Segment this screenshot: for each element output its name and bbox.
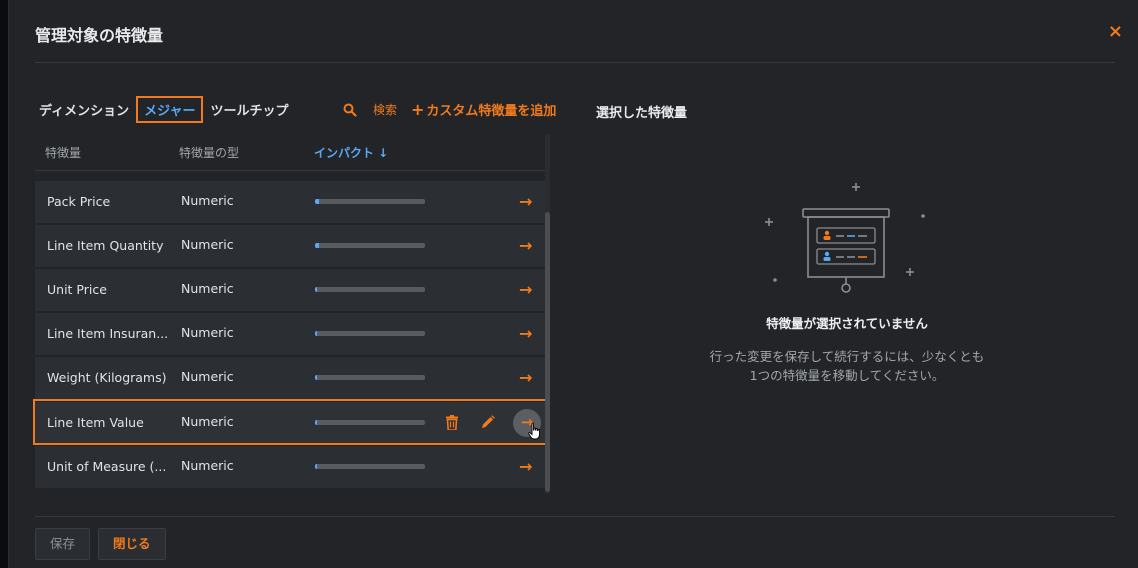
footer-divider xyxy=(35,516,1115,517)
impact-bar xyxy=(315,420,425,425)
search-label[interactable]: 検索 xyxy=(373,101,397,118)
feature-type: Numeric xyxy=(181,414,234,429)
header-divider xyxy=(35,62,1115,63)
feature-type: Numeric xyxy=(181,369,234,384)
table-row[interactable]: Line Item Insuran... Numeric → xyxy=(35,313,545,355)
move-right-arrow-icon[interactable]: → xyxy=(519,192,532,211)
footer: 保存 閉じる xyxy=(35,528,174,560)
empty-state-title: 特徴量が選択されていません xyxy=(766,316,928,331)
tab-measures[interactable]: メジャー xyxy=(136,96,204,123)
table-row-hovered[interactable]: Line Item Value Numeric → xyxy=(35,402,545,444)
feature-type: Numeric xyxy=(181,458,234,473)
impact-bar xyxy=(315,199,425,204)
impact-bar-fill xyxy=(315,420,318,425)
impact-bar xyxy=(315,464,425,469)
feature-name: Line Item Quantity xyxy=(47,238,164,253)
save-button[interactable]: 保存 xyxy=(35,528,91,560)
close-button[interactable]: 閉じる xyxy=(98,528,166,560)
tab-dimensions[interactable]: ディメンション xyxy=(35,96,133,123)
impact-bar-fill xyxy=(315,287,318,292)
feature-type: Numeric xyxy=(181,325,234,340)
feature-type: Numeric xyxy=(181,281,234,296)
scrollbar-thumb[interactable] xyxy=(545,212,550,492)
add-custom-feature-button[interactable]: + カスタム特徴量を追加 xyxy=(411,100,556,119)
plus-icon: + xyxy=(411,100,425,119)
column-header-type[interactable]: 特徴量の型 xyxy=(179,144,239,161)
impact-bar-fill xyxy=(315,464,318,469)
table-header: 特徴量 特徴量の型 インパクト ↓ xyxy=(35,134,545,171)
feature-name: Pack Price xyxy=(47,194,111,209)
impact-bar-fill xyxy=(315,331,318,336)
feature-type: Numeric xyxy=(181,193,234,208)
table-row[interactable]: Unit of Measure (... Numeric → xyxy=(35,446,545,488)
feature-name: Line Item Value xyxy=(47,415,144,430)
move-right-arrow-icon[interactable]: → xyxy=(519,368,532,387)
move-right-arrow-icon[interactable]: → xyxy=(519,457,532,476)
feature-name: Line Item Insuran... xyxy=(47,326,169,341)
feature-table: 特徴量 特徴量の型 インパクト ↓ Pack Price Numeric → L… xyxy=(35,134,545,494)
trash-icon[interactable] xyxy=(446,415,458,433)
scrollbar[interactable] xyxy=(545,134,550,494)
backdrop xyxy=(0,0,8,568)
search-icon[interactable] xyxy=(343,102,357,121)
modal-title: 管理対象の特徴量 xyxy=(35,26,164,45)
impact-bar-fill xyxy=(315,199,320,204)
feature-name: Unit Price xyxy=(47,282,107,297)
selected-features-title: 選択した特徴量 xyxy=(596,106,688,121)
move-right-arrow-icon[interactable]: → xyxy=(519,280,532,299)
table-row[interactable]: Pack Price Numeric → xyxy=(35,181,545,223)
move-right-arrow-icon[interactable]: → xyxy=(519,324,532,343)
feature-name: Unit of Measure (... xyxy=(47,459,167,474)
manage-features-modal: 管理対象の特徴量 × ディメンション メジャー ツールチップ 検索 + カスタム特… xyxy=(8,0,1138,568)
impact-bar xyxy=(315,331,425,336)
tab-bar: ディメンション メジャー ツールチップ xyxy=(35,96,292,123)
impact-bar xyxy=(315,243,425,248)
table-row[interactable]: Line Item Quantity Numeric → xyxy=(35,225,545,267)
impact-bar xyxy=(315,375,425,380)
impact-bar xyxy=(315,287,425,292)
feature-type: Numeric xyxy=(181,237,234,252)
table-row[interactable]: Unit Price Numeric → xyxy=(35,269,545,311)
add-custom-feature-label: カスタム特徴量を追加 xyxy=(426,104,557,119)
move-right-arrow-icon[interactable]: → xyxy=(519,236,532,255)
column-header-feature[interactable]: 特徴量 xyxy=(45,144,81,161)
column-header-impact[interactable]: インパクト ↓ xyxy=(314,144,388,161)
hand-cursor-icon xyxy=(528,422,542,443)
impact-bar-fill xyxy=(315,375,318,380)
pencil-icon[interactable] xyxy=(481,415,495,432)
tab-tooltips[interactable]: ツールチップ xyxy=(206,96,292,123)
impact-bar-fill xyxy=(315,243,319,248)
empty-presentation-board-icon xyxy=(761,180,931,304)
empty-state-description: 行った変更を保存して続行するには、少なくとも1つの特徴量を移動してください。 xyxy=(709,349,985,383)
close-icon[interactable]: × xyxy=(1108,23,1123,41)
feature-name: Weight (Kilograms) xyxy=(47,370,167,385)
table-row[interactable]: Weight (Kilograms) Numeric → xyxy=(35,357,545,399)
